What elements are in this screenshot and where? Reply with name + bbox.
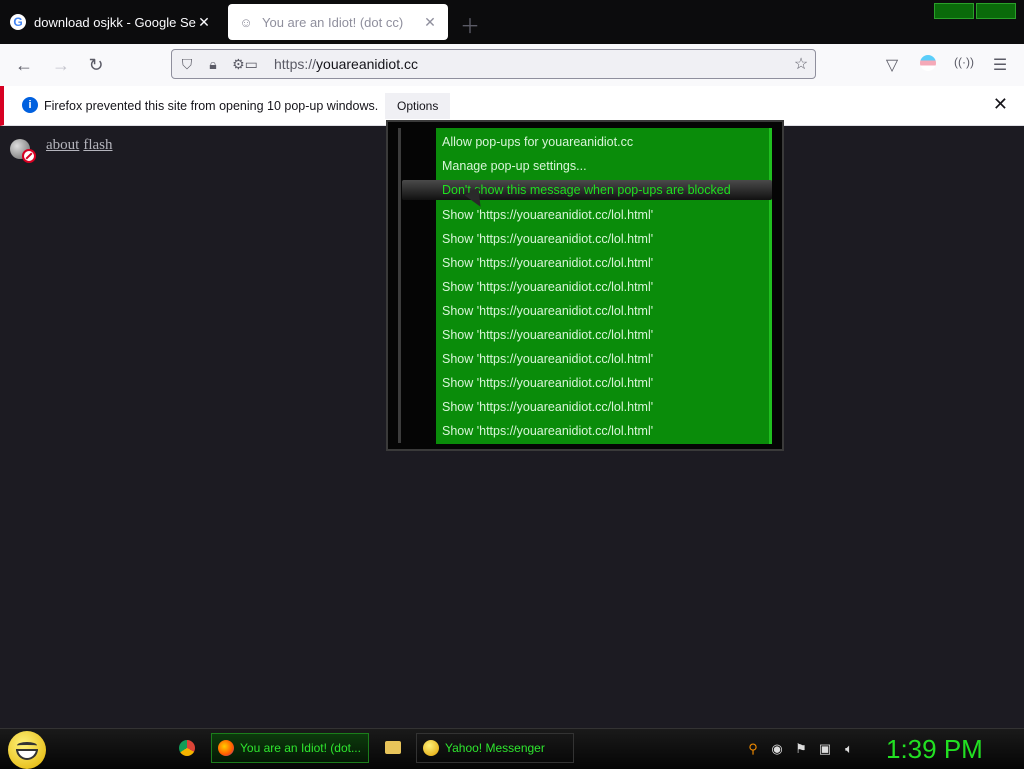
smiley-icon: ☺	[239, 14, 253, 30]
maximize-button[interactable]	[976, 3, 1016, 19]
taskbar-item-firefox[interactable]: You are an Idiot! (dot...	[211, 733, 369, 763]
options-button[interactable]: Options	[385, 93, 451, 119]
minimize-button[interactable]	[934, 3, 974, 19]
bookmark-star-icon[interactable]: ☆	[787, 54, 815, 74]
menu-item-show-popup[interactable]: Show 'https://youareanidiot.cc/lol.html'	[442, 352, 653, 366]
taskbar-item-label: You are an Idiot! (dot...	[240, 741, 361, 755]
notification-message: Firefox prevented this site from opening…	[44, 99, 379, 113]
shield-icon[interactable]: ⛉	[176, 56, 198, 73]
tab-google-search[interactable]: G download osjkk - Google Search ✕	[0, 4, 222, 40]
new-tab-button[interactable]: ＋	[460, 10, 480, 39]
google-icon: G	[10, 14, 26, 30]
permissions-icon[interactable]: ⚙▭	[228, 56, 262, 73]
tab-strip: G download osjkk - Google Search ✕ ☺ You…	[0, 0, 1024, 44]
close-tab-icon[interactable]: ✕	[196, 14, 212, 31]
yahoo-messenger-icon	[423, 740, 439, 756]
account-avatar[interactable]	[917, 55, 939, 76]
menu-item-allow-popups[interactable]: Allow pop-ups for youareanidiot.cc	[442, 135, 633, 149]
firefox-icon	[218, 740, 234, 756]
tab-title: download osjkk - Google Search	[34, 14, 196, 30]
menu-item-dont-show[interactable]: Don't show this message when pop-ups are…	[402, 180, 772, 200]
window-controls	[934, 3, 1016, 19]
menu-item-manage-settings[interactable]: Manage pop-up settings...	[442, 159, 587, 173]
url-text: https://youareanidiot.cc	[274, 56, 418, 72]
menu-item-show-popup[interactable]: Show 'https://youareanidiot.cc/lol.html'	[442, 376, 653, 390]
extension-icon[interactable]: ((·))	[953, 55, 975, 69]
menu-item-show-popup[interactable]: Show 'https://youareanidiot.cc/lol.html'	[442, 400, 653, 414]
volume-icon[interactable]: 🔈︎	[841, 741, 857, 757]
flash-links: about flash	[46, 137, 117, 154]
menu-item-show-popup[interactable]: Show 'https://youareanidiot.cc/lol.html'	[442, 304, 653, 318]
tray-app-icon[interactable]: ◉	[769, 741, 785, 757]
navigation-toolbar: ← → ↻ ⛉ 🔒︎ ⚙▭ https://youareanidiot.cc ☆…	[0, 44, 1024, 86]
info-icon: i	[22, 97, 38, 113]
search-icon[interactable]: ⚲	[745, 741, 761, 757]
tab-youareanidiot[interactable]: ☺ You are an Idiot! (dot cc) ✕	[228, 4, 448, 40]
flash-blocked-icon	[8, 137, 38, 165]
menu-item-show-popup[interactable]: Show 'https://youareanidiot.cc/lol.html'	[442, 328, 653, 342]
menu-item-show-popup[interactable]: Show 'https://youareanidiot.cc/lol.html'	[442, 256, 653, 270]
reload-button[interactable]: ↻	[85, 55, 107, 76]
folder-icon[interactable]	[385, 741, 401, 754]
menu-item-show-popup[interactable]: Show 'https://youareanidiot.cc/lol.html'	[442, 280, 653, 294]
close-icon[interactable]: ✕	[993, 94, 1008, 115]
menu-item-show-popup[interactable]: Show 'https://youareanidiot.cc/lol.html'	[442, 232, 653, 246]
taskbar-item-yahoo-messenger[interactable]: Yahoo! Messenger	[416, 733, 574, 763]
pocket-icon[interactable]: ▽	[881, 55, 903, 75]
chrome-icon[interactable]	[179, 740, 195, 756]
network-icon[interactable]: ▣	[817, 741, 833, 757]
close-tab-icon[interactable]: ✕	[422, 14, 438, 31]
start-button[interactable]	[8, 731, 46, 769]
taskbar: You are an Idiot! (dot... Yahoo! Messeng…	[0, 728, 1024, 769]
forward-button[interactable]: →	[50, 55, 72, 76]
clock[interactable]: 1:39 PM	[886, 734, 983, 765]
menu-item-show-popup[interactable]: Show 'https://youareanidiot.cc/lol.html'	[442, 424, 653, 438]
menu-hamburger-icon[interactable]: ☰	[989, 55, 1011, 75]
about-link[interactable]: about	[46, 137, 79, 153]
tab-title: You are an Idiot! (dot cc)	[262, 14, 404, 30]
lock-icon[interactable]: 🔒︎	[202, 56, 224, 73]
popup-options-menu: Allow pop-ups for youareanidiot.cc Manag…	[386, 120, 784, 451]
address-bar[interactable]: ⛉ 🔒︎ ⚙▭ https://youareanidiot.cc ☆	[171, 49, 816, 79]
back-button[interactable]: ←	[13, 55, 35, 76]
action-center-flag-icon[interactable]: ⚑	[793, 741, 809, 757]
flash-link[interactable]: flash	[83, 137, 112, 153]
taskbar-item-label: Yahoo! Messenger	[445, 741, 545, 755]
